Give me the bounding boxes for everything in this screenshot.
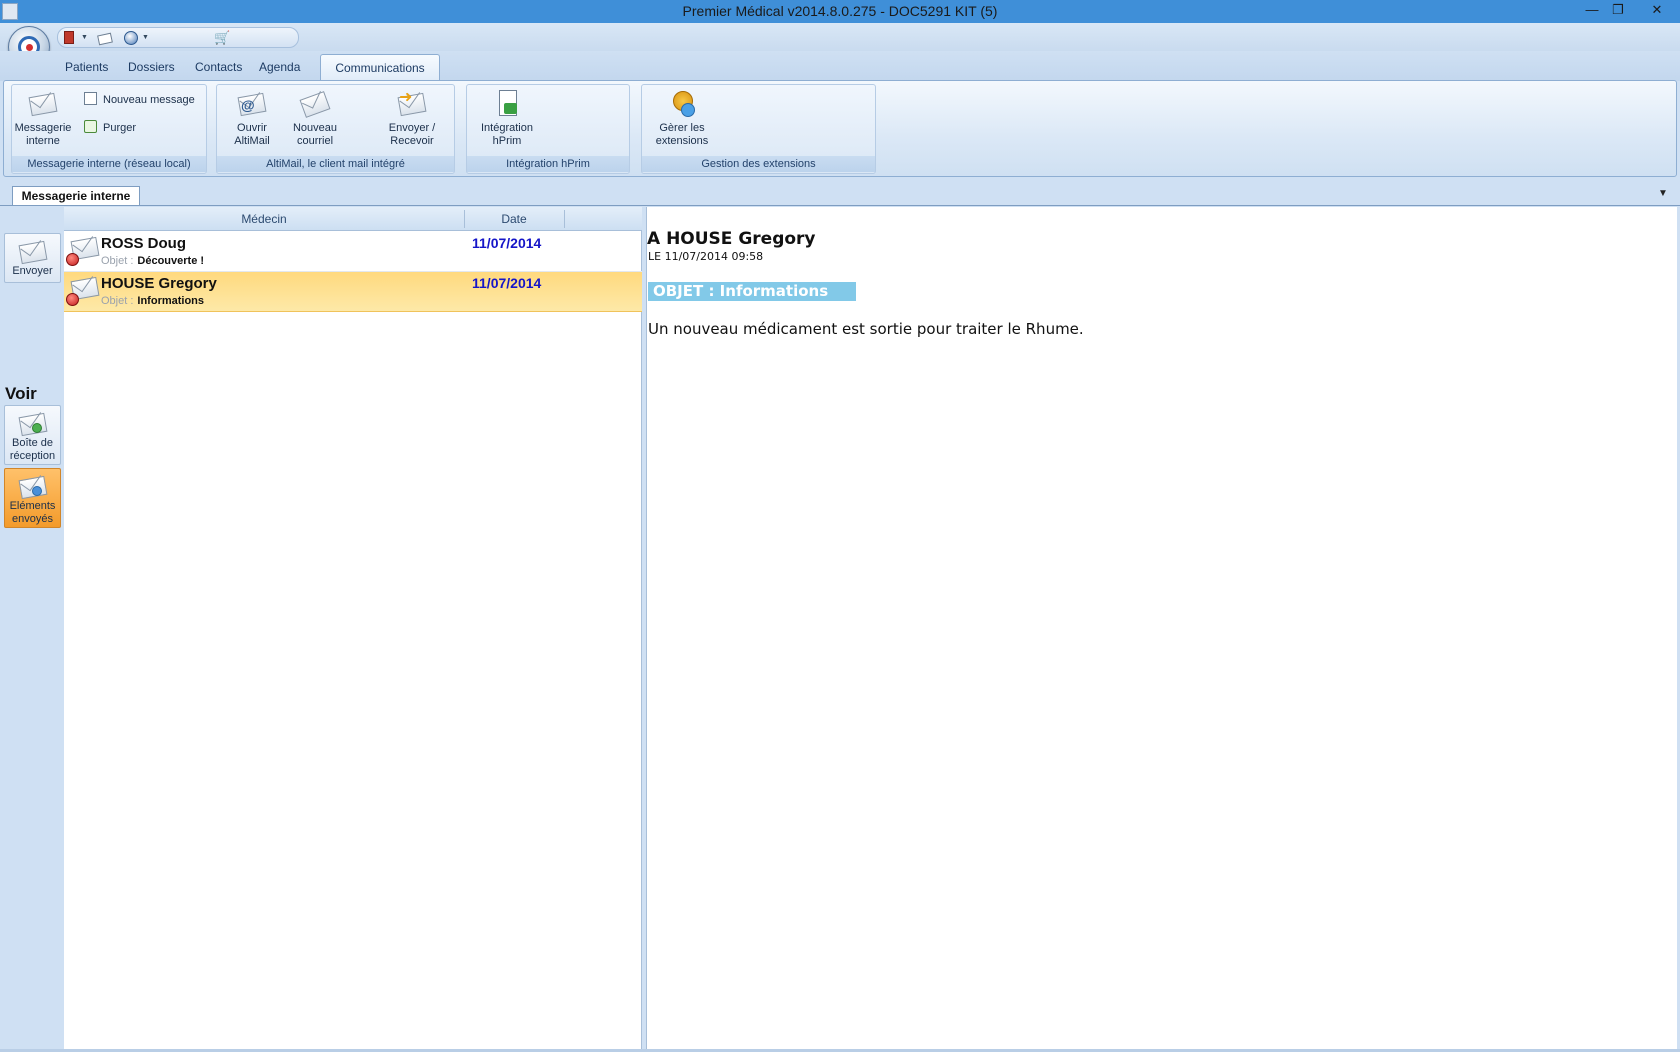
preview-subject: OBJET : Informations <box>648 282 856 301</box>
send-receive-icon: ➜ <box>397 89 427 119</box>
ribbon-tabs: Patients Dossiers Contacts Agenda Commun… <box>0 51 1680 82</box>
quick-access-bar: ▼ ▼ 🛒 <box>0 23 1680 51</box>
preview-datetime: LE 11/07/2014 09:58 <box>648 250 764 263</box>
list-header: Médecin Date <box>64 207 642 231</box>
integration-hprim-label: Intégration hPrim <box>481 122 533 147</box>
elements-envoyes-button[interactable]: Eléments envoyés <box>4 468 61 528</box>
inbox-icon <box>18 409 48 437</box>
send-envelope-icon <box>18 237 48 265</box>
voir-heading: Voir <box>5 384 37 403</box>
unread-envelope-icon <box>66 276 100 307</box>
tab-strip-divider <box>0 205 1680 206</box>
purge-icon <box>84 120 97 133</box>
message-date: 11/07/2014 <box>472 275 542 291</box>
group-label-messagerie: Messagerie interne (réseau local) <box>12 156 206 172</box>
message-preview: A HOUSE Gregory LE 11/07/2014 09:58 OBJE… <box>646 207 1677 1049</box>
elements-envoyes-label: Eléments envoyés <box>9 500 56 525</box>
tab-contacts[interactable]: Contacts <box>195 60 242 74</box>
tab-dossiers[interactable]: Dossiers <box>128 60 175 74</box>
envoyer-recevoir-label: Envoyer / Recevoir <box>388 122 436 147</box>
message-subject-line: Objet : Découverte ! <box>101 255 204 267</box>
ouvrir-altimail-button[interactable]: @ Ouvrir AltiMail <box>227 89 277 148</box>
message-list: Médecin Date ROSS Doug 11/07/2014 Objet … <box>64 207 642 1049</box>
cart-icon[interactable]: 🛒 <box>214 31 230 45</box>
message-subject: Découverte ! <box>137 255 205 267</box>
title-bar: Premier Médical v2014.8.0.275 - DOC5291 … <box>0 0 1680 23</box>
envoyer-button[interactable]: Envoyer <box>4 233 61 283</box>
gerer-extensions-button[interactable]: Gèrer les extensions <box>647 89 717 148</box>
unread-envelope-icon <box>66 236 100 267</box>
message-sender: ROSS Doug <box>101 235 186 252</box>
quick-access-toolbar: ▼ ▼ 🛒 <box>57 27 299 48</box>
orb-dot <box>26 44 33 51</box>
gerer-extensions-label: Gèrer les extensions <box>655 122 709 147</box>
nouveau-courriel-button[interactable]: Nouveau courriel <box>287 89 343 148</box>
altimail-icon: @ <box>237 89 267 119</box>
extensions-gear-icon <box>667 89 697 119</box>
tab-patients[interactable]: Patients <box>65 60 108 74</box>
chevron-down-icon[interactable]: ▼ <box>81 34 88 41</box>
sent-items-icon <box>18 472 48 500</box>
message-subject: Informations <box>137 295 205 307</box>
messagerie-interne-label: Messagerie interne <box>14 122 72 147</box>
group-hprim: Intégration hPrim Intégration hPrim <box>466 84 630 174</box>
subject-label: Objet : <box>101 295 134 307</box>
new-message-icon <box>84 92 97 105</box>
envoyer-label: Envoyer <box>12 265 53 277</box>
subject-label: Objet : <box>101 255 134 267</box>
column-header-medecin[interactable]: Médecin <box>64 212 464 226</box>
purger-label: Purger <box>103 122 137 134</box>
tab-communications[interactable]: Communications <box>320 54 440 82</box>
boite-reception-button[interactable]: Boîte de réception <box>4 405 61 465</box>
tab-agenda[interactable]: Agenda <box>259 60 300 74</box>
window-title: Premier Médical v2014.8.0.275 - DOC5291 … <box>682 3 998 19</box>
group-label-extensions: Gestion des extensions <box>642 156 875 172</box>
book-icon[interactable] <box>64 31 74 44</box>
group-messagerie-interne: Messagerie interne Nouveau message Purge… <box>11 84 207 174</box>
left-navigation: Envoyer Voir Boîte de réception Eléments… <box>0 207 64 1049</box>
message-subject-line: Objet : Informations <box>101 295 204 307</box>
envoyer-recevoir-button[interactable]: ➜ Envoyer / Recevoir <box>383 89 441 148</box>
group-label-hprim: Intégration hPrim <box>467 156 629 172</box>
message-date: 11/07/2014 <box>472 235 542 251</box>
message-sender: HOUSE Gregory <box>101 275 217 292</box>
integration-hprim-button[interactable]: Intégration hPrim <box>472 89 542 148</box>
globe-icon[interactable] <box>124 31 138 45</box>
nouveau-message-button[interactable]: Nouveau message <box>84 92 195 107</box>
ouvrir-altimail-label: Ouvrir AltiMail <box>234 122 270 147</box>
document-tab-messagerie[interactable]: Messagerie interne <box>12 186 140 206</box>
nouveau-message-label: Nouveau message <box>103 94 195 106</box>
message-row-selected[interactable]: HOUSE Gregory 11/07/2014 Objet : Informat… <box>64 272 642 312</box>
group-altimail: @ Ouvrir AltiMail Nouveau courriel ➜ Env… <box>216 84 455 174</box>
preview-body: Un nouveau médicament est sortie pour tr… <box>648 320 1084 338</box>
column-separator <box>564 210 565 228</box>
ribbon-panel: Messagerie interne Nouveau message Purge… <box>3 80 1677 177</box>
document-tab-strip: Messagerie interne ▼ <box>0 180 1680 206</box>
column-header-date[interactable]: Date <box>464 212 564 226</box>
message-row[interactable]: ROSS Doug 11/07/2014 Objet : Découverte ! <box>64 232 642 272</box>
nouveau-courriel-label: Nouveau courriel <box>292 122 338 147</box>
minimize-button[interactable]: — <box>1578 0 1606 22</box>
messagerie-interne-button[interactable]: Messagerie interne <box>14 89 72 148</box>
restore-button[interactable]: ❐ <box>1604 0 1632 22</box>
chevron-down-icon[interactable]: ▼ <box>142 34 149 41</box>
preview-recipient: A HOUSE Gregory <box>647 229 816 249</box>
new-mail-icon <box>299 89 331 119</box>
envelope-icon[interactable] <box>97 32 113 46</box>
boite-reception-label: Boîte de réception <box>9 437 56 462</box>
group-extensions: Gèrer les extensions Gestion des extensi… <box>641 84 876 174</box>
close-button[interactable]: ✕ <box>1634 0 1680 22</box>
purger-button[interactable]: Purger <box>84 120 136 135</box>
mail-inbox-icon <box>28 89 58 119</box>
chevron-down-icon[interactable]: ▼ <box>1658 188 1668 199</box>
group-label-altimail: AltiMail, le client mail intégré <box>217 156 454 172</box>
document-import-icon <box>492 89 522 119</box>
